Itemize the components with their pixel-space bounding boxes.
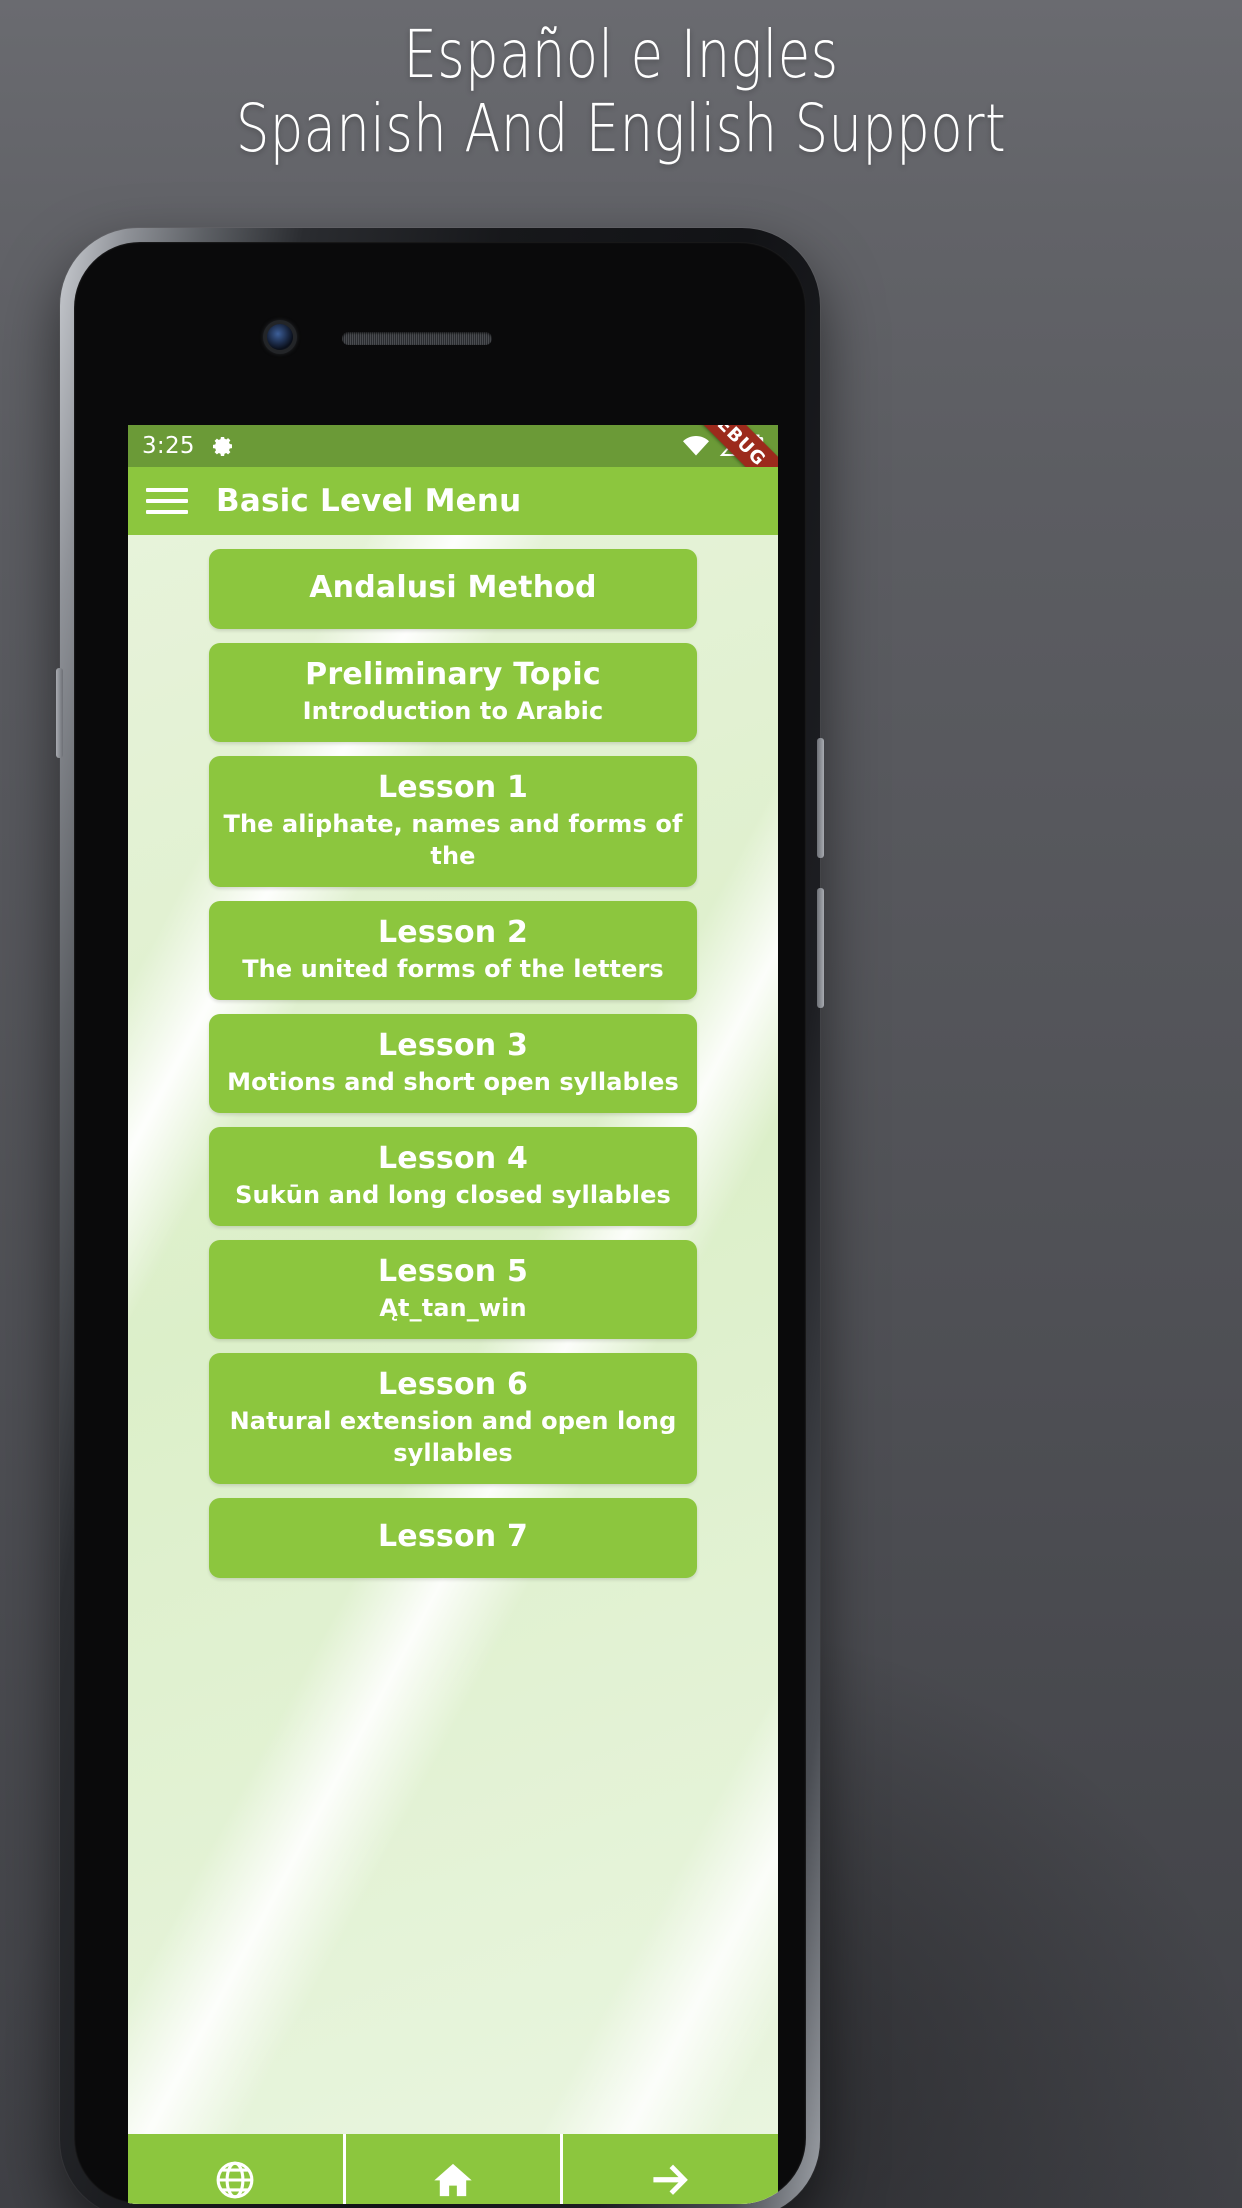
globe-icon xyxy=(213,2158,257,2202)
arrow-right-icon xyxy=(648,2158,694,2202)
menu-item-lesson-1[interactable]: Lesson 1 The aliphate, names and forms o… xyxy=(209,756,697,887)
menu-item-title: Andalusi Method xyxy=(309,570,597,605)
phone-mockup: 3:25 DEBUG Basic Level Menu Andalusi Met… xyxy=(56,228,824,2208)
nav-language-button[interactable] xyxy=(128,2134,343,2204)
phone-screen-frame: 3:25 DEBUG Basic Level Menu Andalusi Met… xyxy=(74,242,806,2204)
menu-item-subtitle: The aliphate, names and forms of the xyxy=(223,810,683,870)
phone-side-button-lower xyxy=(817,888,824,1008)
menu-item-title: Lesson 1 xyxy=(377,770,529,805)
hamburger-bar-2 xyxy=(146,499,188,503)
promo-headline-line-1: Español e Ingles xyxy=(403,16,839,93)
home-icon xyxy=(431,2158,475,2202)
hamburger-bar-1 xyxy=(146,488,188,492)
menu-item-title: Lesson 4 xyxy=(377,1141,529,1176)
hamburger-bar-3 xyxy=(146,510,188,514)
earpiece-speaker xyxy=(342,332,492,345)
menu-item-lesson-4[interactable]: Lesson 4 Sukūn and long closed syllables xyxy=(209,1127,697,1226)
menu-item-lesson-7[interactable]: Lesson 7 xyxy=(209,1498,697,1578)
menu-item-title: Lesson 7 xyxy=(377,1519,529,1554)
menu-list[interactable]: Andalusi Method Preliminary Topic Introd… xyxy=(128,535,778,2134)
gear-icon xyxy=(211,434,235,458)
menu-item-subtitle: The united forms of the letters xyxy=(242,955,664,983)
menu-item-preliminary-topic[interactable]: Preliminary Topic Introduction to Arabic xyxy=(209,643,697,742)
menu-item-lesson-2[interactable]: Lesson 2 The united forms of the letters xyxy=(209,901,697,1000)
menu-item-subtitle: Introduction to Arabic xyxy=(302,697,604,725)
status-bar: 3:25 DEBUG xyxy=(128,425,778,467)
app-bar: Basic Level Menu xyxy=(128,467,778,535)
menu-item-title: Lesson 2 xyxy=(377,915,529,950)
page-title: Basic Level Menu xyxy=(216,483,522,519)
menu-item-lesson-5[interactable]: Lesson 5 Ąt_tan_win xyxy=(209,1240,697,1339)
menu-item-andalusi-method[interactable]: Andalusi Method xyxy=(209,549,697,629)
menu-item-subtitle: Motions and short open syllables xyxy=(227,1068,679,1096)
menu-item-title: Lesson 5 xyxy=(377,1254,529,1289)
menu-item-lesson-3[interactable]: Lesson 3 Motions and short open syllable… xyxy=(209,1014,697,1113)
status-bar-time: 3:25 xyxy=(142,433,195,459)
nav-next-button[interactable] xyxy=(563,2134,778,2204)
app-screen: 3:25 DEBUG Basic Level Menu Andalusi Met… xyxy=(128,425,778,2204)
phone-side-button-upper xyxy=(817,738,824,858)
hamburger-icon[interactable] xyxy=(146,488,188,514)
menu-item-subtitle: Sukūn and long closed syllables xyxy=(235,1181,671,1209)
menu-item-lesson-6[interactable]: Lesson 6 Natural extension and open long… xyxy=(209,1353,697,1484)
menu-item-title: Lesson 6 xyxy=(377,1367,529,1402)
phone-volume-button xyxy=(56,668,63,758)
menu-item-subtitle: Ąt_tan_win xyxy=(379,1294,527,1322)
front-camera-icon xyxy=(267,324,293,350)
bottom-navigation xyxy=(128,2134,778,2204)
wifi-icon xyxy=(682,435,710,457)
menu-item-title: Preliminary Topic xyxy=(305,657,601,692)
promo-headline: Español e Ingles Spanish And English Sup… xyxy=(124,18,1118,166)
promo-headline-line-2: Spanish And English Support xyxy=(235,90,1007,167)
menu-item-title: Lesson 3 xyxy=(377,1028,529,1063)
menu-item-subtitle: Natural extension and open long syllable… xyxy=(229,1407,677,1467)
nav-home-button[interactable] xyxy=(345,2134,561,2204)
